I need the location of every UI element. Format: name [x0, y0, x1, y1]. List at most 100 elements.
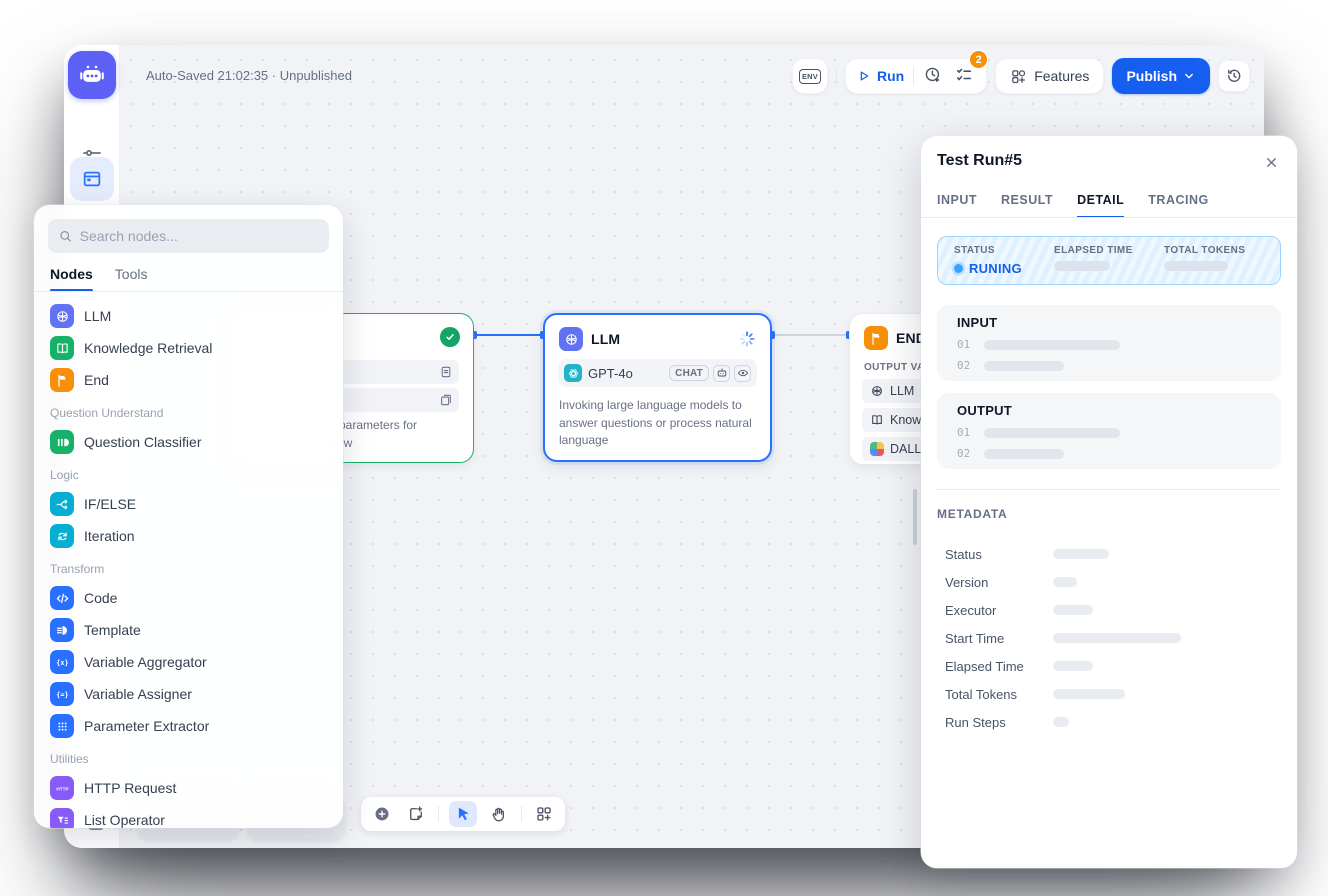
run-button[interactable]: Run — [856, 68, 904, 84]
line-skeleton — [984, 428, 1120, 438]
node-item-label: Variable Assigner — [84, 686, 192, 702]
node-item-knowledge-retrieval[interactable]: Knowledge Retrieval — [48, 332, 329, 364]
hand-tool-button[interactable] — [487, 802, 511, 826]
node-item-variable-aggregator[interactable]: Variable Aggregator — [48, 646, 329, 678]
cursor-tool-button[interactable] — [449, 801, 477, 827]
topbar-controls: ENV Run 2 Features Publish — [792, 58, 1250, 94]
doc-icon — [439, 365, 453, 379]
node-item-icon — [50, 304, 74, 328]
clock-play-icon — [923, 65, 943, 85]
toolbar-divider — [438, 806, 439, 822]
running-dot-icon — [954, 264, 963, 273]
node-item-icon — [50, 776, 74, 800]
node-group-title: Utilities — [48, 742, 329, 772]
canvas-scrollbar[interactable] — [913, 489, 917, 545]
metadata-skeleton — [1053, 633, 1181, 643]
metadata-row: Elapsed Time — [945, 652, 1281, 680]
metadata-skeleton — [1053, 549, 1109, 559]
autosave-status: Auto-Saved 21:02:35 · Unpublished — [146, 68, 352, 83]
tabs-divider — [921, 217, 1297, 218]
running-spinner-icon — [738, 330, 756, 348]
checklist-button[interactable]: 2 — [954, 65, 976, 87]
elapsed-time-label: ELAPSED TIME — [1054, 245, 1133, 256]
node-group-title: Logic — [48, 458, 329, 488]
node-item-if-else[interactable]: IF/ELSE — [48, 488, 329, 520]
metadata-row: Start Time — [945, 624, 1281, 652]
app-logo[interactable] — [68, 51, 116, 99]
features-icon — [1010, 68, 1027, 85]
vision-robot-badge — [713, 365, 730, 382]
node-item-label: Parameter Extractor — [84, 718, 209, 734]
docs-icon — [439, 393, 453, 407]
node-item-icon — [50, 618, 74, 642]
run-group: Run 2 — [845, 58, 987, 94]
node-item-parameter-extractor[interactable]: Parameter Extractor — [48, 710, 329, 742]
workflow-nav-button[interactable] — [70, 157, 114, 201]
canvas-toolbar — [361, 797, 565, 831]
run-tab-detail[interactable]: DETAIL — [1077, 193, 1124, 217]
input-card-title: INPUT — [957, 315, 1261, 330]
metadata-row: Run Steps — [945, 708, 1281, 736]
tab-tools[interactable]: Tools — [115, 266, 148, 291]
vision-eye-badge — [734, 365, 751, 382]
publish-button[interactable]: Publish — [1112, 58, 1210, 94]
close-button[interactable] — [1259, 150, 1283, 174]
node-item-icon — [50, 336, 74, 360]
run-panel-tabs: INPUT RESULT DETAIL TRACING — [937, 193, 1281, 217]
book-mini-icon — [870, 413, 884, 427]
metadata-skeleton — [1053, 661, 1093, 671]
metadata-label: Total Tokens — [945, 687, 1053, 702]
metadata-skeleton — [1053, 717, 1069, 727]
llm-node-title: LLM — [591, 331, 620, 347]
features-label: Features — [1034, 68, 1089, 84]
features-button[interactable]: Features — [995, 58, 1104, 94]
node-item-icon — [50, 682, 74, 706]
metadata-label: Elapsed Time — [945, 659, 1053, 674]
robot-icon — [77, 60, 107, 90]
search-box[interactable] — [48, 219, 329, 253]
window-icon — [81, 168, 103, 190]
node-item-iteration[interactable]: Iteration — [48, 520, 329, 552]
model-selector[interactable]: GPT-4o CHAT — [558, 359, 757, 387]
search-input[interactable] — [80, 228, 319, 244]
history-icon — [1225, 67, 1243, 85]
node-item-list-operator[interactable]: List Operator — [48, 804, 329, 828]
run-tab-result[interactable]: RESULT — [1001, 193, 1053, 217]
plus-circle-tool-button[interactable] — [370, 802, 394, 826]
node-item-variable-assigner[interactable]: Variable Assigner — [48, 678, 329, 710]
llm-node[interactable]: LLM GPT-4o CHAT Invoking large language … — [543, 313, 772, 462]
run-tab-input[interactable]: INPUT — [937, 193, 977, 217]
edge-llm-to-end — [773, 334, 848, 336]
version-history-button[interactable] — [1218, 60, 1250, 92]
node-item-template[interactable]: Template — [48, 614, 329, 646]
line-number: 02 — [957, 359, 970, 372]
run-tab-tracing[interactable]: TRACING — [1148, 193, 1208, 217]
organize-tool-button[interactable] — [532, 802, 556, 826]
node-item-label: HTTP Request — [84, 780, 176, 796]
node-item-question-classifier[interactable]: Question Classifier — [48, 426, 329, 458]
node-item-code[interactable]: Code — [48, 582, 329, 614]
node-group-title: Question Understand — [48, 396, 329, 426]
note-tool-button[interactable] — [404, 802, 428, 826]
node-item-icon — [50, 524, 74, 548]
start-node-description-line1: parameters for — [339, 416, 417, 434]
elapsed-skeleton — [1054, 261, 1110, 271]
node-item-llm[interactable]: LLM — [48, 300, 329, 332]
node-item-label: IF/ELSE — [84, 496, 136, 512]
dalle-icon — [870, 442, 884, 456]
io-line: 02 — [957, 359, 1261, 372]
variable-icon — [870, 442, 884, 456]
run-history-button[interactable] — [923, 65, 945, 87]
status-label: STATUS — [954, 245, 1022, 256]
node-group-title: Transform — [48, 552, 329, 582]
metadata-label: Start Time — [945, 631, 1053, 646]
node-item-end[interactable]: End — [48, 364, 329, 396]
status-card: STATUS RUNING ELAPSED TIME TOTAL TOKENS — [937, 236, 1281, 285]
llm-node-description: Invoking large language models to answer… — [559, 397, 762, 450]
tab-nodes[interactable]: Nodes — [50, 266, 93, 291]
node-item-http-request[interactable]: HTTP Request — [48, 772, 329, 804]
line-skeleton — [984, 340, 1120, 350]
node-search-panel: Nodes Tools LLM Knowledge Retrieval End … — [34, 205, 343, 828]
edge-start-to-llm — [475, 334, 542, 336]
env-button[interactable]: ENV — [792, 58, 828, 94]
